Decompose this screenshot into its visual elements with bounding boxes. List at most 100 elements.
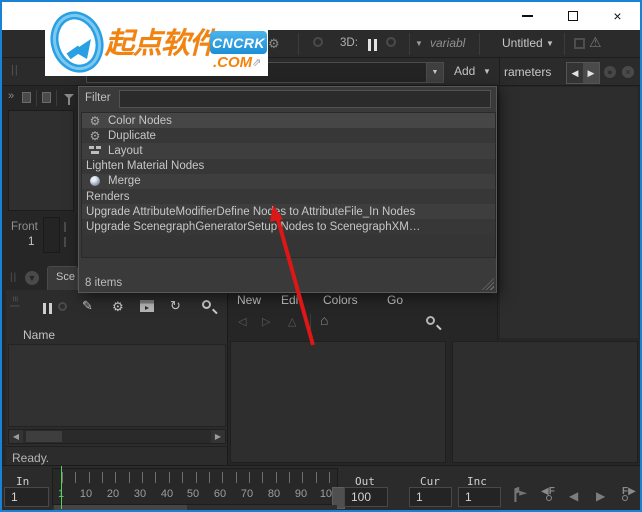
search-icon[interactable] bbox=[202, 300, 211, 309]
browser-content-panel[interactable] bbox=[230, 341, 446, 463]
back-icon[interactable]: ◁ bbox=[238, 315, 246, 328]
out-field[interactable] bbox=[344, 487, 388, 507]
close-icon: × bbox=[613, 9, 621, 23]
panel-divider bbox=[499, 58, 500, 86]
maximize-button[interactable] bbox=[550, 2, 595, 30]
pause-icon[interactable] bbox=[43, 301, 55, 319]
list-item[interactable]: Upgrade ScenegraphGeneratorSetup Nodes t… bbox=[82, 219, 495, 234]
search-icon[interactable] bbox=[426, 316, 435, 325]
tab-prev-button[interactable]: ◀ bbox=[567, 63, 583, 83]
scenegraph-tree[interactable] bbox=[8, 344, 226, 427]
refresh-icon[interactable] bbox=[58, 302, 67, 311]
close-panel-icon[interactable]: × bbox=[622, 66, 634, 78]
list-item[interactable]: Lighten Material Nodes bbox=[82, 159, 495, 174]
ruler-tick bbox=[155, 472, 156, 483]
list-item[interactable]: ⚙Duplicate bbox=[82, 128, 495, 143]
edit-pencil-icon[interactable]: ✎ bbox=[82, 298, 93, 314]
scroll-left-icon[interactable]: ◀ bbox=[9, 430, 23, 443]
tab-scenegraph[interactable]: Sce bbox=[47, 266, 78, 291]
render-spiral-icon[interactable] bbox=[313, 37, 323, 47]
playhead[interactable] bbox=[61, 466, 62, 509]
next-keyframe-icon[interactable]: F▶ bbox=[622, 486, 636, 497]
view-field[interactable] bbox=[43, 217, 60, 253]
float-panel-icon[interactable]: ● bbox=[604, 66, 616, 78]
layer-icon[interactable] bbox=[22, 92, 31, 103]
list-item[interactable]: Renders bbox=[82, 189, 495, 204]
ruler-number: 50 bbox=[181, 488, 205, 500]
ruler-tick bbox=[129, 472, 130, 483]
layer2-icon[interactable] bbox=[42, 92, 51, 103]
render-clapper-icon[interactable] bbox=[140, 300, 155, 313]
browser-panel-header: New Edit Colors Go ◁ ▷ △ ⌂ bbox=[230, 290, 447, 340]
refresh-icon[interactable] bbox=[386, 37, 396, 47]
horizontal-scrollbar[interactable]: ◀ ▶ bbox=[8, 429, 226, 444]
menu-go[interactable]: Go bbox=[387, 293, 403, 307]
vertical-tab-icon[interactable]: ≡ | bbox=[0, 296, 20, 308]
viewport-panel[interactable] bbox=[8, 110, 74, 211]
side-content-panel[interactable] bbox=[452, 341, 638, 463]
panel-menu-icon[interactable]: ▼ bbox=[25, 271, 39, 285]
merge-sphere-icon bbox=[88, 176, 102, 186]
ruler-tick bbox=[276, 472, 277, 483]
settings-gear-icon[interactable]: ⚙ bbox=[112, 299, 124, 315]
ruler-tick bbox=[102, 472, 103, 483]
scrollbar-thumb[interactable] bbox=[54, 505, 187, 511]
prev-keyframe-icon[interactable]: ◀F bbox=[541, 486, 555, 497]
ruler-tick bbox=[75, 472, 76, 483]
pause-icon[interactable] bbox=[368, 38, 380, 56]
scroll-right-icon[interactable]: ▶ bbox=[211, 430, 225, 443]
divider bbox=[310, 314, 311, 330]
drag-handle-icon[interactable]: || bbox=[10, 272, 17, 283]
add-button[interactable]: Add bbox=[454, 64, 475, 78]
watermark: 起点软件 CNCRK .COM ⇗ bbox=[45, 8, 268, 76]
expand-icon[interactable]: » bbox=[8, 90, 14, 102]
cur-field[interactable] bbox=[409, 487, 452, 507]
scrollbar-thumb[interactable] bbox=[25, 430, 63, 443]
inc-field[interactable] bbox=[458, 487, 501, 507]
ruler-number: 40 bbox=[155, 488, 179, 500]
in-field[interactable] bbox=[4, 487, 49, 507]
menu-colors[interactable]: Colors bbox=[323, 293, 358, 307]
watermark-corner-mark: ⇗ bbox=[252, 56, 261, 69]
project-dropdown-caret[interactable]: ▼ bbox=[546, 39, 554, 48]
ruler-tick bbox=[289, 472, 290, 483]
filter-funnel-icon[interactable] bbox=[64, 94, 74, 99]
up-icon[interactable]: △ bbox=[288, 315, 296, 328]
resize-grip[interactable] bbox=[482, 278, 494, 290]
ruler-tick bbox=[302, 472, 303, 483]
flag-icon[interactable] bbox=[512, 486, 528, 502]
parameters-tab[interactable]: rameters bbox=[504, 65, 551, 79]
ruler-tick bbox=[182, 472, 183, 483]
drag-handle-icon[interactable]: || bbox=[11, 64, 19, 76]
ruler-number: 10 bbox=[74, 488, 98, 500]
list-item[interactable]: Merge bbox=[82, 174, 495, 189]
list-item[interactable]: Upgrade AttributeModifierDefine Nodes to… bbox=[82, 204, 495, 219]
list-item[interactable]: Layout bbox=[82, 143, 495, 158]
close-button[interactable]: × bbox=[595, 2, 640, 30]
variable-label[interactable]: variabl bbox=[430, 36, 465, 50]
ruler-tick bbox=[196, 472, 197, 483]
timeline-scrollbar[interactable] bbox=[53, 505, 337, 511]
stop-icon[interactable] bbox=[574, 38, 585, 49]
combobox-dropdown-icon[interactable]: ▼ bbox=[426, 63, 443, 82]
status-text: Ready. bbox=[12, 451, 49, 465]
list-item[interactable]: ⚙Color Nodes bbox=[82, 113, 495, 128]
variable-dropdown-caret[interactable]: ▼ bbox=[415, 39, 423, 48]
column-header-name[interactable]: Name bbox=[23, 328, 55, 342]
frame-ruler[interactable]: 1102030405060708090100 bbox=[52, 468, 338, 505]
warning-icon[interactable]: ⚠ bbox=[589, 34, 602, 51]
maximize-icon bbox=[568, 11, 578, 21]
filter-input[interactable] bbox=[119, 90, 491, 108]
menu-new[interactable]: New bbox=[237, 293, 261, 307]
tab-next-button[interactable]: ▶ bbox=[583, 63, 599, 83]
step-forward-icon[interactable]: ▶ bbox=[596, 489, 605, 503]
home-icon[interactable]: ⌂ bbox=[320, 312, 328, 328]
step-back-icon[interactable]: ◀ bbox=[569, 489, 578, 503]
minimize-button[interactable] bbox=[505, 2, 550, 30]
project-name-label[interactable]: Untitled bbox=[502, 36, 543, 50]
menu-edit[interactable]: Edit bbox=[281, 293, 302, 307]
forward-icon[interactable]: ▷ bbox=[262, 315, 270, 328]
render-settings-icon[interactable]: ⚙ bbox=[268, 36, 280, 52]
add-dropdown-caret[interactable]: ▼ bbox=[483, 67, 491, 76]
cycle-arrows-icon[interactable]: ↻ bbox=[170, 298, 181, 314]
